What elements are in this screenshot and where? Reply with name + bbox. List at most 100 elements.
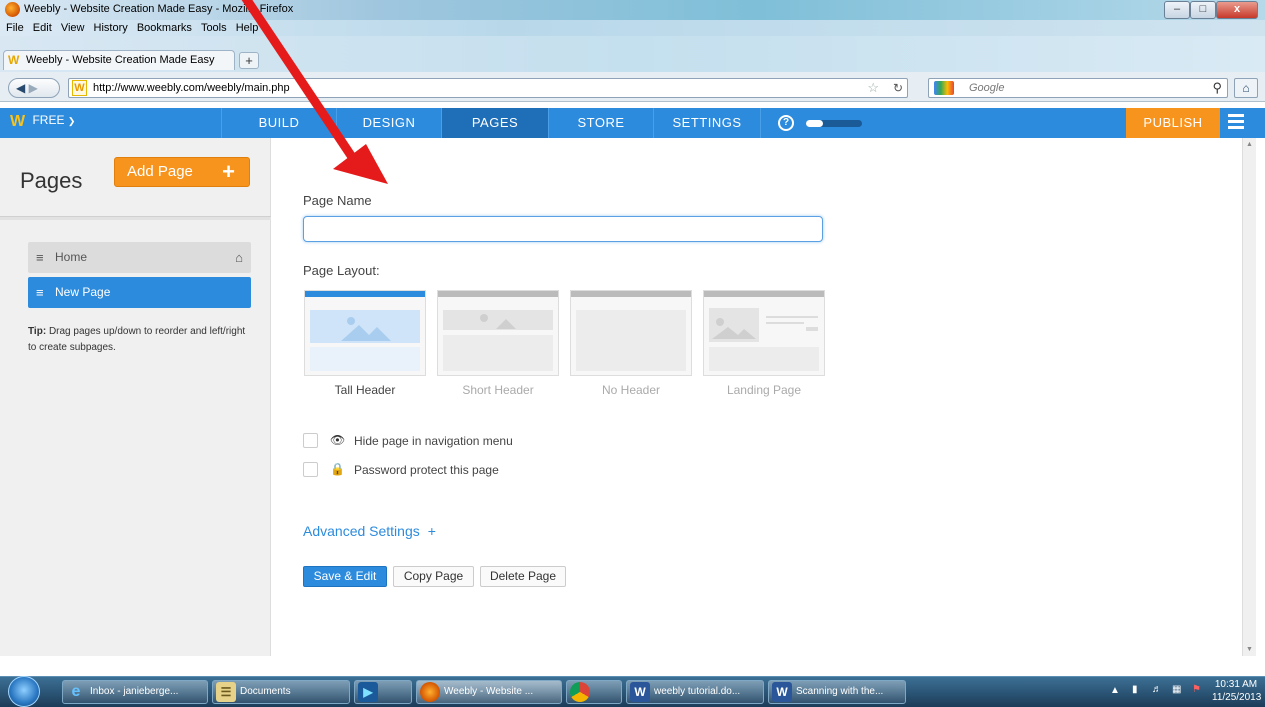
page-name-input[interactable] xyxy=(303,216,823,242)
menu-edit[interactable]: Edit xyxy=(33,20,52,36)
browser-menu-bar: File Edit View History Bookmarks Tools H… xyxy=(0,20,1265,36)
layout-tall-header[interactable] xyxy=(304,290,426,376)
volume-icon[interactable]: ♬ xyxy=(1152,684,1162,695)
layout-text-line xyxy=(766,322,804,324)
hide-page-checkbox[interactable] xyxy=(303,433,318,448)
tip-label: Tip: xyxy=(28,326,47,337)
save-edit-button[interactable]: Save & Edit xyxy=(303,566,387,587)
sidebar-divider xyxy=(0,216,271,220)
battery-icon[interactable]: ▮ xyxy=(1132,684,1138,695)
action-center-icon[interactable]: ⚑ xyxy=(1192,684,1201,695)
advanced-settings-link[interactable]: Advanced Settings + xyxy=(303,523,436,539)
url-bar[interactable]: W http://www.weebly.com/weebly/main.php … xyxy=(68,78,908,98)
progress-fill xyxy=(806,120,823,127)
tip-text: Drag pages up/down to reorder and left/r… xyxy=(28,326,246,353)
taskbar-item-word-scanning[interactable]: W Scanning with the... xyxy=(768,680,906,704)
hide-page-label[interactable]: Hide page in navigation menu xyxy=(354,434,513,448)
nav-pages[interactable]: PAGES xyxy=(442,108,548,138)
menu-history[interactable]: History xyxy=(94,20,128,36)
layout-short-header[interactable] xyxy=(437,290,559,376)
nav-settings[interactable]: SETTINGS xyxy=(654,108,760,138)
nav-build[interactable]: BUILD xyxy=(222,108,336,138)
layout-body-block xyxy=(709,347,819,371)
taskbar-clock[interactable]: 10:31 AM 11/25/2013 xyxy=(1212,678,1261,704)
password-protect-label[interactable]: Password protect this page xyxy=(354,463,499,477)
delete-page-button[interactable]: Delete Page xyxy=(480,566,566,587)
taskbar-item-word-tutorial[interactable]: Wweebly tutorial.do... xyxy=(626,680,764,704)
bookmark-star-icon[interactable]: ☆ xyxy=(867,80,879,96)
page-item-label: New Page xyxy=(55,285,111,299)
reload-icon[interactable]: ↻ xyxy=(893,81,903,95)
window-title: Weebly - Website Creation Made Easy - Mo… xyxy=(24,3,294,15)
drag-handle-icon[interactable]: ≡ xyxy=(36,242,44,273)
back-arrow-icon[interactable]: ◀ xyxy=(16,81,25,95)
taskbar-item-documents[interactable]: ☰ Documents xyxy=(212,680,350,704)
layout-label-tall-header[interactable]: Tall Header xyxy=(304,383,426,397)
layout-label-short-header[interactable]: Short Header xyxy=(437,383,559,397)
nav-store[interactable]: STORE xyxy=(549,108,653,138)
nav-separator xyxy=(760,108,761,138)
tab-title: Weebly - Website Creation Made Easy xyxy=(26,54,215,66)
layout-label-landing-page[interactable]: Landing Page xyxy=(703,383,825,397)
layout-text-line xyxy=(766,316,818,318)
help-icon[interactable]: ? xyxy=(778,115,794,131)
layout-landing-page[interactable] xyxy=(703,290,825,376)
forward-arrow-icon[interactable]: ▶ xyxy=(29,81,38,95)
drag-handle-icon[interactable]: ≡ xyxy=(36,277,44,308)
layout-button-block xyxy=(806,327,818,331)
google-icon[interactable] xyxy=(934,81,954,95)
scroll-up-icon[interactable]: ▲ xyxy=(1246,141,1253,148)
search-bar[interactable]: Google ⚲ xyxy=(928,78,1228,98)
firefox-icon xyxy=(5,2,20,17)
back-forward-buttons[interactable]: ◀ ▶ xyxy=(8,78,60,98)
layout-body-block xyxy=(576,310,686,371)
layout-label-no-header[interactable]: No Header xyxy=(570,383,692,397)
eye-hide-icon: 👁 xyxy=(330,433,346,447)
publish-button[interactable]: PUBLISH xyxy=(1126,108,1220,138)
minimize-button[interactable]: – xyxy=(1164,1,1190,19)
image-placeholder-icon xyxy=(341,317,391,341)
close-button[interactable]: x xyxy=(1216,1,1258,19)
password-protect-checkbox[interactable] xyxy=(303,462,318,477)
new-tab-button[interactable]: + xyxy=(239,52,259,69)
page-item-home[interactable]: ≡ Home ⌂ xyxy=(28,242,251,273)
url-text[interactable]: http://www.weebly.com/weebly/main.php xyxy=(93,82,290,94)
layout-no-header[interactable] xyxy=(570,290,692,376)
hamburger-menu-icon[interactable] xyxy=(1228,114,1244,130)
vertical-scrollbar[interactable]: ▲ ▼ xyxy=(1242,138,1256,656)
page-name-label: Page Name xyxy=(303,193,372,208)
lock-icon: 🔒 xyxy=(330,462,345,476)
page-item-new-page[interactable]: ≡ New Page xyxy=(28,277,251,308)
maximize-button[interactable]: □ xyxy=(1190,1,1216,19)
taskbar-item-chrome[interactable] xyxy=(566,680,622,704)
tray-expand-icon[interactable]: ▲ xyxy=(1110,685,1120,696)
taskbar-label: weebly tutorial.do... xyxy=(654,686,741,697)
scroll-down-icon[interactable]: ▼ xyxy=(1246,646,1253,653)
network-signal-icon[interactable]: ▦ xyxy=(1172,684,1181,695)
start-button-icon[interactable] xyxy=(8,676,40,707)
menu-bookmarks[interactable]: Bookmarks xyxy=(137,20,192,36)
weebly-plan-menu[interactable]: W FREE ❯ xyxy=(10,113,90,133)
home-icon[interactable]: ⌂ xyxy=(1234,78,1258,98)
arrow-head xyxy=(333,144,388,184)
taskbar-label: Weebly - Website ... xyxy=(444,686,534,697)
menu-view[interactable]: View xyxy=(61,20,85,36)
word-icon: W xyxy=(772,682,792,702)
search-icon[interactable]: ⚲ xyxy=(1212,80,1222,96)
layout-top-bar xyxy=(305,291,425,297)
taskbar-item-inbox[interactable]: e Inbox - janieberge... xyxy=(62,680,208,704)
add-page-button[interactable]: Add Page + xyxy=(114,157,250,187)
menu-file[interactable]: File xyxy=(6,20,24,36)
chevron-down-icon: ❯ xyxy=(67,116,76,126)
browser-tab[interactable]: W Weebly - Website Creation Made Easy xyxy=(3,50,235,70)
image-placeholder-icon xyxy=(480,314,516,329)
menu-help[interactable]: Help xyxy=(236,20,259,36)
search-placeholder: Google xyxy=(969,82,1005,94)
nav-design[interactable]: DESIGN xyxy=(337,108,441,138)
taskbar-item-media-player[interactable]: ▶ xyxy=(354,680,412,704)
taskbar-item-firefox[interactable]: Weebly - Website ... xyxy=(416,680,562,704)
menu-tools[interactable]: Tools xyxy=(201,20,227,36)
add-page-label: Add Page xyxy=(127,163,193,180)
chrome-icon xyxy=(570,682,590,702)
copy-page-button[interactable]: Copy Page xyxy=(393,566,474,587)
